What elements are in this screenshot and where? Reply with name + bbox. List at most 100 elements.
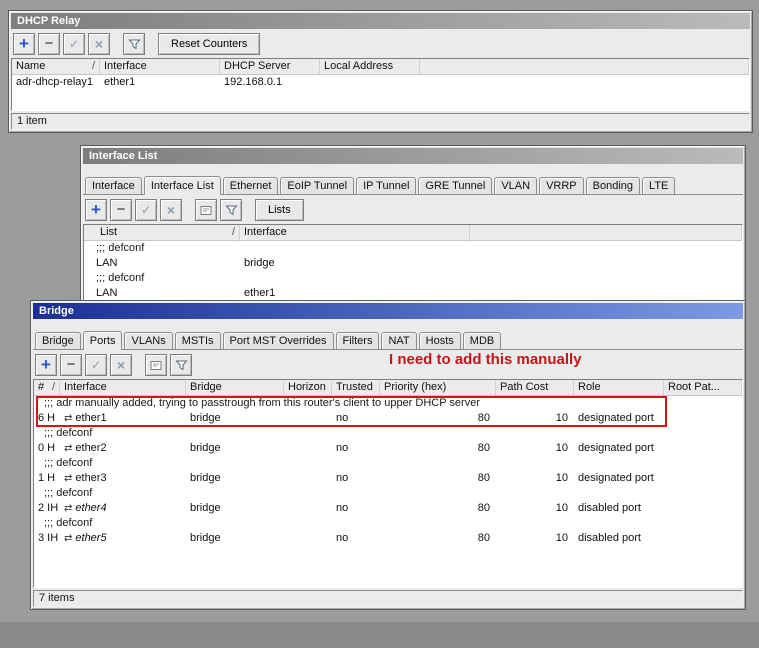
tab-lte[interactable]: LTE	[642, 177, 676, 194]
cell-priority: 80	[477, 502, 490, 514]
window-bridge: Bridge I need to add this manually Bridg…	[30, 300, 746, 610]
filter-button[interactable]	[170, 354, 192, 376]
cell-role: designated port	[578, 472, 654, 484]
column-header-trusted[interactable]: Trusted	[332, 380, 380, 396]
port-comment-row[interactable]: ;;; defconf	[34, 486, 742, 501]
list-comment-row[interactable]: ;;; defconf	[84, 241, 742, 256]
dhcp-relay-row[interactable]: adr-dhcp-relay1 ether1 192.168.0.1	[12, 75, 749, 90]
cell-interface: ⇄ ether3	[64, 472, 107, 484]
cell-path-cost: 10	[555, 442, 568, 454]
column-header-priority[interactable]: Priority (hex)	[380, 380, 496, 396]
plus-icon: +	[41, 354, 51, 374]
cell-interface: ⇄ ether4	[64, 502, 107, 514]
cell-bridge: bridge	[190, 442, 221, 454]
bridge-port-row[interactable]: 3 IH ⇄ ether5 bridge no 80 10 disabled po…	[34, 531, 742, 546]
cell-path-cost: 10	[555, 502, 568, 514]
tab-nat[interactable]: NAT	[381, 332, 417, 349]
tab-mstis[interactable]: MSTIs	[174, 332, 221, 349]
note-icon	[150, 360, 162, 370]
tab-ip-tunnel[interactable]: IP Tunnel	[356, 177, 417, 194]
list-row[interactable]: LAN ether1	[84, 286, 742, 301]
enable-button[interactable]: ✓	[63, 33, 85, 55]
bridge-port-row[interactable]: 0 H ⇄ ether2 bridge no 80 10 designated p…	[34, 441, 742, 456]
column-header-path-cost[interactable]: Path Cost	[496, 380, 574, 396]
tab-bonding[interactable]: Bonding	[585, 177, 641, 194]
add-button[interactable]: +	[85, 199, 107, 221]
cell-local-address	[320, 75, 420, 90]
filter-button[interactable]	[220, 199, 242, 221]
tab-vrrp[interactable]: VRRP	[539, 177, 584, 194]
tab-bridge[interactable]: Bridge	[35, 332, 81, 349]
tab-interface-list[interactable]: Interface List	[143, 176, 221, 195]
column-header-root-path[interactable]: Root Pat...	[664, 380, 742, 396]
filter-button[interactable]	[123, 33, 145, 55]
check-icon: ✓	[90, 358, 102, 372]
cell-bridge: bridge	[190, 412, 221, 424]
bridge-ports-table: # / Interface Bridge Horizon Trusted Prio…	[33, 379, 743, 588]
comment-button[interactable]	[195, 199, 217, 221]
column-header-interface[interactable]: Interface	[100, 59, 220, 75]
column-header-name[interactable]: Name /	[12, 59, 100, 75]
add-button[interactable]: +	[13, 33, 35, 55]
tab-port-mst-overrides[interactable]: Port MST Overrides	[222, 332, 334, 349]
column-header-list[interactable]: List /	[84, 225, 240, 241]
minus-icon: −	[66, 355, 76, 373]
remove-button[interactable]: −	[60, 354, 82, 376]
column-header-role[interactable]: Role	[574, 380, 664, 396]
enable-button[interactable]: ✓	[135, 199, 157, 221]
tab-gre-tunnel[interactable]: GRE Tunnel	[418, 177, 493, 194]
window-title: DHCP Relay	[17, 15, 81, 27]
disable-button[interactable]: ×	[88, 33, 110, 55]
port-comment-row[interactable]: ;;; defconf	[34, 516, 742, 531]
port-comment-row[interactable]: ;;; adr manually added, trying to passtr…	[34, 396, 742, 411]
cell-path-cost: 10	[555, 532, 568, 544]
cell-path-cost: 10	[555, 472, 568, 484]
list-comment-row[interactable]: ;;; defconf	[84, 271, 742, 286]
add-button[interactable]: +	[35, 354, 57, 376]
disable-button[interactable]: ×	[160, 199, 182, 221]
bridge-tabs: Bridge Ports VLANs MSTIs Port MST Overri…	[33, 319, 743, 350]
plus-icon: +	[19, 33, 29, 53]
port-comment-row[interactable]: ;;; defconf	[34, 456, 742, 471]
column-header-interface[interactable]: Interface	[60, 380, 186, 396]
bridge-port-row[interactable]: 1 H ⇄ ether3 bridge no 80 10 designated p…	[34, 471, 742, 486]
column-header-horizon[interactable]: Horizon	[284, 380, 332, 396]
tab-filters[interactable]: Filters	[335, 332, 380, 349]
titlebar-bridge[interactable]: Bridge	[33, 303, 743, 319]
column-header-bridge[interactable]: Bridge	[186, 380, 284, 396]
comment-button[interactable]	[145, 354, 167, 376]
reset-counters-button[interactable]: Reset Counters	[158, 33, 261, 55]
bridge-port-row[interactable]: 6 H ⇄ ether1 bridge no 80 10 designated p…	[34, 411, 742, 426]
tab-ports[interactable]: Ports	[82, 331, 123, 350]
column-header-number[interactable]: # /	[34, 380, 60, 396]
cell-role: designated port	[578, 442, 654, 454]
bridge-port-row[interactable]: 2 IH ⇄ ether4 bridge no 80 10 disabled po…	[34, 501, 742, 516]
remove-button[interactable]: −	[110, 199, 132, 221]
tab-hosts[interactable]: Hosts	[418, 332, 461, 349]
titlebar-interface-list[interactable]: Interface List	[83, 148, 743, 164]
column-header-local-address[interactable]: Local Address	[320, 59, 420, 75]
enable-button[interactable]: ✓	[85, 354, 107, 376]
sort-indicator-icon: /	[91, 60, 95, 72]
lists-button[interactable]: Lists	[255, 199, 304, 221]
list-row[interactable]: LAN bridge	[84, 256, 742, 271]
tab-vlan[interactable]: VLAN	[494, 177, 538, 194]
funnel-icon	[127, 39, 141, 49]
column-header-dhcp-server[interactable]: DHCP Server	[220, 59, 320, 75]
cell-number: 2 IH	[38, 502, 59, 514]
tab-interface[interactable]: Interface	[85, 177, 142, 194]
cell-role: disabled port	[578, 532, 641, 544]
remove-button[interactable]: −	[38, 33, 60, 55]
plus-icon: +	[91, 199, 101, 219]
tab-eoip-tunnel[interactable]: EoIP Tunnel	[280, 177, 355, 194]
tab-ethernet[interactable]: Ethernet	[222, 177, 279, 194]
disable-button[interactable]: ×	[110, 354, 132, 376]
cell-name: adr-dhcp-relay1	[16, 76, 94, 88]
column-header-interface[interactable]: Interface	[240, 225, 470, 241]
tab-vlans[interactable]: VLANs	[124, 332, 173, 349]
titlebar-dhcp-relay[interactable]: DHCP Relay	[11, 13, 750, 29]
cell-horizon	[284, 441, 332, 456]
window-title: Interface List	[89, 150, 158, 162]
tab-mdb[interactable]: MDB	[462, 332, 502, 349]
port-comment-row[interactable]: ;;; defconf	[34, 426, 742, 441]
